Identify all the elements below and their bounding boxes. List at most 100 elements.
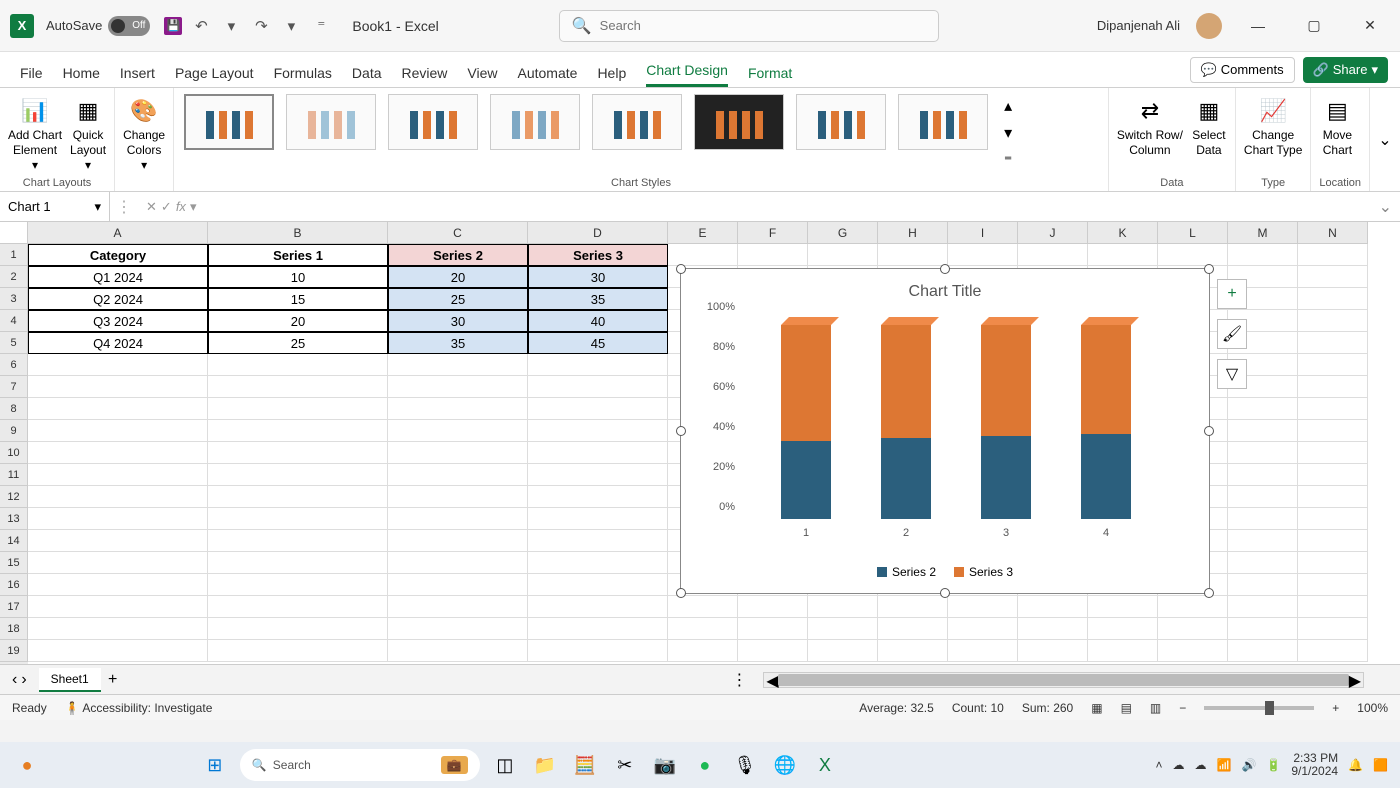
cell[interactable] — [388, 574, 528, 596]
fx-confirm-button[interactable]: ✓ — [161, 199, 172, 215]
col-header[interactable]: N — [1298, 222, 1368, 244]
cell[interactable] — [1298, 618, 1368, 640]
resize-handle[interactable] — [676, 426, 686, 436]
voice-icon[interactable]: 🎙 — [730, 750, 760, 780]
cell[interactable]: 25 — [388, 288, 528, 310]
tab-home[interactable]: Home — [63, 65, 100, 87]
close-button[interactable]: ✕ — [1350, 11, 1390, 41]
sheet-tab-1[interactable]: Sheet1 — [39, 668, 101, 692]
cell[interactable] — [528, 486, 668, 508]
cell[interactable]: Q4 2024 — [28, 332, 208, 354]
cell[interactable] — [1018, 640, 1088, 662]
cell[interactable] — [1298, 266, 1368, 288]
cell[interactable] — [208, 508, 388, 530]
cell[interactable] — [948, 596, 1018, 618]
clock[interactable]: 2:33 PM 9/1/2024 — [1291, 752, 1338, 778]
cell[interactable] — [1298, 552, 1368, 574]
cell[interactable] — [1158, 640, 1228, 662]
resize-handle[interactable] — [676, 588, 686, 598]
col-header[interactable]: J — [1018, 222, 1088, 244]
cell[interactable] — [1088, 618, 1158, 640]
qat-customize[interactable]: ⁼ — [310, 15, 332, 37]
cell[interactable] — [528, 574, 668, 596]
col-header[interactable]: E — [668, 222, 738, 244]
row-header[interactable]: 6 — [0, 354, 28, 376]
cell[interactable] — [1298, 310, 1368, 332]
cell[interactable] — [1088, 244, 1158, 266]
cell[interactable]: 15 — [208, 288, 388, 310]
sheets-more-button[interactable]: ⋮ — [723, 670, 755, 690]
cell[interactable] — [738, 640, 808, 662]
row-header[interactable]: 15 — [0, 552, 28, 574]
switch-row-column-button[interactable]: ⇄Switch Row/ Column — [1117, 92, 1183, 175]
scroll-thumb[interactable] — [778, 674, 1349, 686]
cell[interactable] — [28, 420, 208, 442]
cell[interactable] — [528, 442, 668, 464]
horizontal-scrollbar[interactable]: ◀ ▶ — [763, 672, 1364, 688]
fx-icon[interactable]: fx — [176, 199, 186, 215]
chart-style-6[interactable] — [694, 94, 784, 150]
chart-style-7[interactable] — [796, 94, 886, 150]
cell[interactable] — [668, 640, 738, 662]
resize-handle[interactable] — [676, 264, 686, 274]
chart-object[interactable]: Chart Title 0% 20% 40% 60% 80% 100% 1 2 … — [680, 268, 1210, 594]
chart-plot-area[interactable]: 0% 20% 40% 60% 80% 100% 1 2 3 4 — [741, 319, 1161, 519]
view-page-layout-button[interactable]: ▤ — [1121, 701, 1132, 715]
cell[interactable] — [948, 640, 1018, 662]
bar-category-1[interactable]: 1 — [781, 317, 831, 519]
scroll-right-icon[interactable]: ▶ — [1349, 671, 1361, 691]
tab-formulas[interactable]: Formulas — [274, 65, 332, 87]
cell[interactable] — [808, 618, 878, 640]
move-chart-button[interactable]: ▤Move Chart — [1319, 92, 1355, 175]
quick-access-icon[interactable]: ● — [12, 750, 42, 780]
cell[interactable] — [738, 618, 808, 640]
excel-taskbar-icon[interactable]: X — [810, 750, 840, 780]
cell[interactable] — [1228, 508, 1298, 530]
fx-cancel-button[interactable]: ✕ — [146, 199, 157, 215]
cell[interactable]: 30 — [388, 310, 528, 332]
view-page-break-button[interactable]: ▥ — [1150, 701, 1161, 715]
resize-handle[interactable] — [940, 264, 950, 274]
row-header[interactable]: 14 — [0, 530, 28, 552]
spotify-icon[interactable]: ● — [690, 750, 720, 780]
cell[interactable] — [948, 618, 1018, 640]
fx-chevron-down-icon[interactable]: ▾ — [190, 199, 197, 215]
quick-layout-button[interactable]: ▦Quick Layout ▾ — [70, 92, 106, 175]
cell[interactable] — [388, 398, 528, 420]
row-header[interactable]: 2 — [0, 266, 28, 288]
tray-wifi-icon[interactable]: 📶 — [1217, 758, 1232, 772]
cell[interactable] — [528, 464, 668, 486]
cell[interactable] — [528, 376, 668, 398]
cell[interactable] — [388, 640, 528, 662]
row-header[interactable]: 12 — [0, 486, 28, 508]
tab-view[interactable]: View — [467, 65, 497, 87]
cell[interactable] — [28, 530, 208, 552]
tray-onedrive-icon[interactable]: ☁ — [1173, 758, 1185, 772]
cell[interactable] — [528, 618, 668, 640]
cell[interactable] — [388, 442, 528, 464]
cell[interactable] — [28, 552, 208, 574]
tray-weather-icon[interactable]: ☁ — [1195, 758, 1207, 772]
cell[interactable] — [808, 596, 878, 618]
cell[interactable] — [28, 596, 208, 618]
cell[interactable] — [388, 420, 528, 442]
tray-battery-icon[interactable]: 🔋 — [1266, 758, 1281, 772]
undo-button[interactable]: ↶ — [190, 15, 212, 37]
add-chart-element-button[interactable]: 📊Add Chart Element ▾ — [8, 92, 62, 175]
cell[interactable] — [28, 486, 208, 508]
zoom-in-button[interactable]: + — [1332, 701, 1339, 715]
cell[interactable] — [1298, 464, 1368, 486]
chrome-icon[interactable]: 🌐 — [770, 750, 800, 780]
col-header[interactable]: I — [948, 222, 1018, 244]
cell[interactable] — [1228, 244, 1298, 266]
comments-button[interactable]: 💬 Comments — [1190, 57, 1295, 83]
row-header[interactable]: 1 — [0, 244, 28, 266]
taskbar-search[interactable]: 🔍 Search💼 — [240, 749, 480, 781]
cell[interactable]: 45 — [528, 332, 668, 354]
cell[interactable] — [1298, 398, 1368, 420]
cell[interactable] — [528, 640, 668, 662]
cell[interactable] — [1298, 442, 1368, 464]
cell[interactable] — [1228, 574, 1298, 596]
cell[interactable] — [388, 596, 528, 618]
tab-page-layout[interactable]: Page Layout — [175, 65, 254, 87]
